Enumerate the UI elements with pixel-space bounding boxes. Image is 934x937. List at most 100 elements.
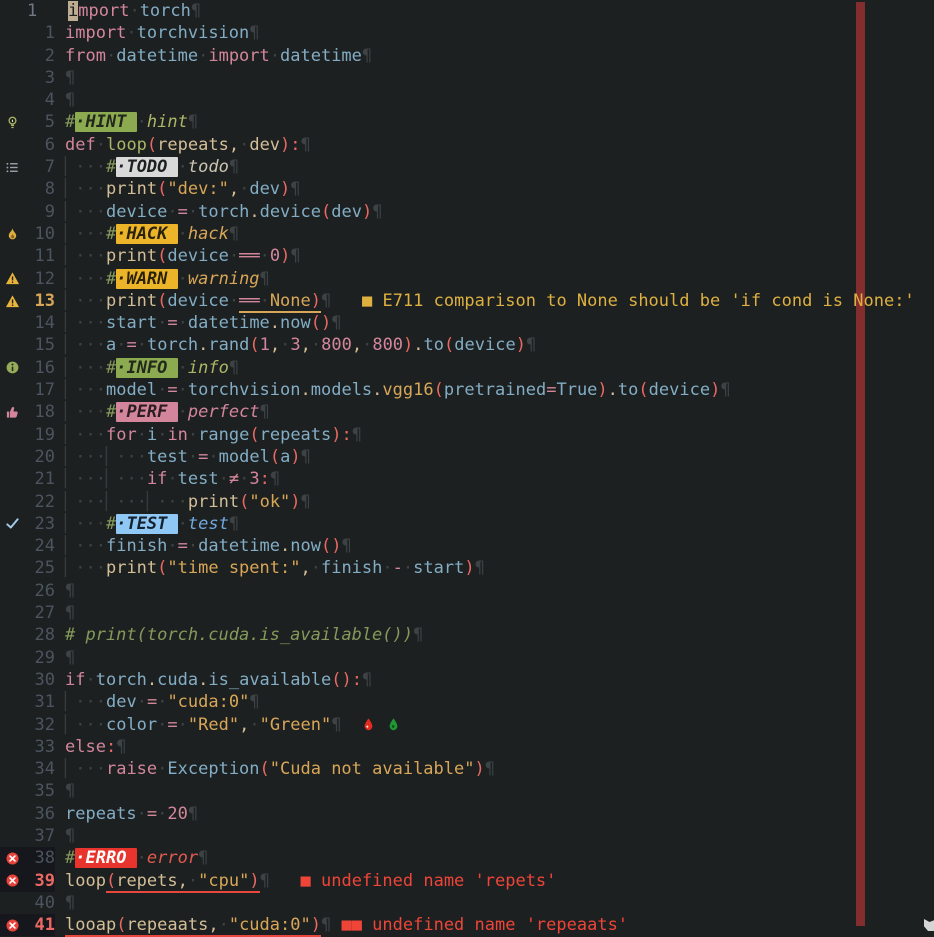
code-area[interactable]: 1import·torch¶1import·torchvision¶2from·… — [0, 0, 934, 936]
code-line[interactable]: 10▏···#·HACK ·hack¶ — [0, 223, 934, 245]
token: ¶ — [65, 648, 75, 668]
code-line[interactable]: 41looap(repeaats,·"cuda:0")¶ ■■ undefine… — [0, 914, 934, 936]
token: 800 — [372, 335, 403, 355]
code-line[interactable]: 11▏···print(device·══·0)¶ — [0, 245, 934, 267]
code-line[interactable]: 34▏···raise·Exception("Cuda not availabl… — [0, 758, 934, 780]
line-number: 5 — [24, 111, 55, 133]
code-line[interactable]: 8▏···print("dev:",·dev)¶ — [0, 178, 934, 200]
code-text: else:¶ — [55, 736, 126, 758]
code-line[interactable]: 16▏···#·INFO ·info¶ — [0, 357, 934, 379]
code-line[interactable]: 39loop(repets,·"cpu")¶ ■ undefined name … — [0, 870, 934, 892]
token: · — [85, 670, 95, 690]
code-text: ▏···print("dev:",·dev)¶ — [55, 178, 301, 200]
code-line[interactable]: 28# print(torch.cuda.is_available())¶ — [0, 624, 934, 646]
token: ¶ — [191, 1, 201, 21]
token: 0 — [270, 246, 280, 266]
token: ( — [444, 335, 454, 355]
code-line[interactable]: 18▏···#·PERF ·perfect¶ — [0, 401, 934, 423]
token: def — [65, 135, 96, 155]
code-text: ▏···model·=·torchvision.models.vgg16(pre… — [55, 379, 731, 401]
token: · — [239, 469, 249, 489]
code-line[interactable]: 2from·datetime·import·datetime¶ — [0, 45, 934, 67]
token: : — [290, 135, 300, 155]
todo-badge: ·HACK — [116, 224, 177, 244]
token: ) — [474, 759, 484, 779]
token: ▏ — [65, 715, 75, 735]
token: , — [352, 335, 362, 355]
token: i — [147, 425, 157, 445]
code-line[interactable]: 33else:¶ — [0, 736, 934, 758]
code-line[interactable]: 19▏···for·i·in·range(repeats):¶ — [0, 424, 934, 446]
code-line[interactable]: 27¶ — [0, 602, 934, 624]
token: · — [188, 202, 198, 222]
code-line[interactable]: 7▏···#·TODO ·todo¶ — [0, 156, 934, 178]
code-line[interactable]: 38#·ERRO ·error¶ — [0, 847, 934, 869]
token: ··· — [116, 447, 147, 467]
code-line[interactable]: 15▏···a·=·torch.rand(1,·3,·800,·800).to(… — [0, 334, 934, 356]
code-line[interactable]: 37¶ — [0, 825, 934, 847]
code-line[interactable]: 14▏···start·=·datetime.now()¶ — [0, 312, 934, 334]
token: · — [229, 246, 239, 266]
code-text: repeats·=·20¶ — [55, 803, 198, 825]
token: ··· — [116, 469, 147, 489]
code-text: ▏···#·PERF ·perfect¶ — [55, 401, 270, 423]
code-line[interactable]: 1import·torchvision¶ — [0, 22, 934, 44]
code-line[interactable]: 17▏···model·=·torchvision.models.vgg16(p… — [0, 379, 934, 401]
token: Exception — [167, 759, 259, 779]
token: . — [249, 202, 259, 222]
token: · — [188, 536, 198, 556]
code-line[interactable]: 31▏···dev·=·"cuda:0"¶ — [0, 691, 934, 713]
code-line[interactable]: 13▏···print(device·══·None)¶ ■ E711 comp… — [0, 290, 934, 312]
line-number: 9 — [24, 201, 55, 223]
token: ▏ — [65, 469, 75, 489]
code-line[interactable]: 26¶ — [0, 580, 934, 602]
code-line[interactable]: 23▏···#·TEST ·test¶ — [0, 513, 934, 535]
code-text: ▏···dev·=·"cuda:0"¶ — [55, 691, 260, 713]
code-line[interactable]: 21▏···▏···if·test·≠·3:¶ — [0, 468, 934, 490]
token: ¶ — [485, 759, 495, 779]
token: datetime — [280, 46, 362, 66]
code-line[interactable]: 24▏···finish·=·datetime.now()¶ — [0, 535, 934, 557]
token: ¶ — [301, 492, 311, 512]
line-number: 10 — [24, 223, 55, 245]
code-line[interactable]: 6def·loop(repeats,·dev):¶ — [0, 134, 934, 156]
token: ▏ — [106, 492, 116, 512]
line-number: 13 — [24, 290, 55, 312]
token: ··· — [75, 514, 106, 534]
code-line[interactable]: 20▏···▏···test·=·model(a)¶ — [0, 446, 934, 468]
token: · — [249, 715, 259, 735]
code-line[interactable]: 12▏···#·WARN ·warning¶ — [0, 268, 934, 290]
token: 1 — [260, 335, 270, 355]
token: ) — [341, 670, 351, 690]
token: ▏ — [65, 692, 75, 712]
code-line[interactable]: 30if·torch.cuda.is_available():¶ — [0, 669, 934, 691]
code-line[interactable]: 25▏···print("time spent:",·finish·-·star… — [0, 557, 934, 579]
code-line[interactable]: 40¶ — [0, 892, 934, 914]
token: = — [178, 536, 188, 556]
code-line[interactable]: 9▏···device·=·torch.device(dev)¶ — [0, 201, 934, 223]
code-line[interactable]: 36repeats·=·20¶ — [0, 803, 934, 825]
code-line[interactable]: 1import·torch¶ — [0, 0, 934, 22]
token: dev — [106, 692, 137, 712]
token: · — [188, 871, 198, 893]
sign-column — [0, 312, 24, 334]
code-line[interactable]: 3¶ — [0, 67, 934, 89]
token: · — [239, 135, 249, 155]
code-line[interactable]: 4¶ — [0, 89, 934, 111]
token: ≠ — [229, 469, 239, 489]
sign-column — [0, 892, 24, 914]
code-line[interactable]: 5#·HINT ·hint¶ — [0, 111, 934, 133]
line-number: 22 — [24, 491, 55, 513]
code-line[interactable]: 29¶ — [0, 647, 934, 669]
code-line[interactable]: 22▏···▏···▏···print("ok")¶ — [0, 491, 934, 513]
code-line[interactable]: 35¶ — [0, 780, 934, 802]
token: : — [352, 670, 362, 690]
token: 800 — [321, 335, 352, 355]
code-line[interactable]: 32▏···color·=·"Red",·"Green"¶ — [0, 714, 934, 736]
code-text: looap(repeaats,·"cuda:0")¶ ■■ undefined … — [55, 914, 628, 936]
token: ¶ — [229, 514, 239, 534]
line-number: 24 — [24, 535, 55, 557]
token — [377, 715, 387, 735]
token: · — [167, 202, 177, 222]
token: # — [106, 402, 116, 422]
